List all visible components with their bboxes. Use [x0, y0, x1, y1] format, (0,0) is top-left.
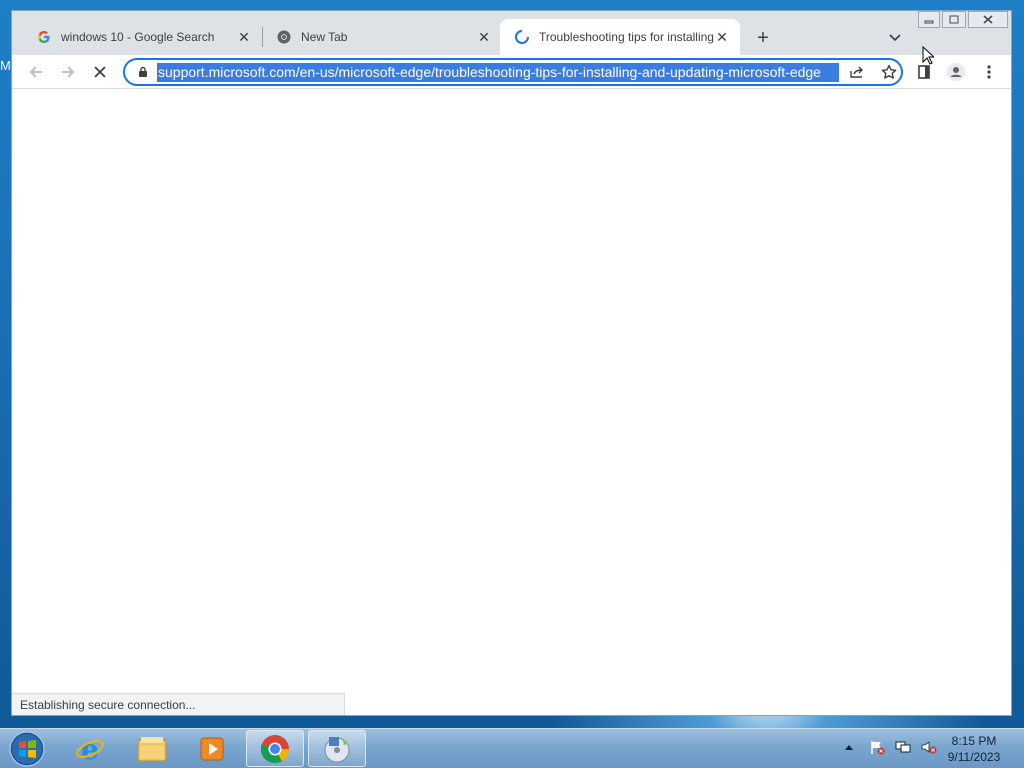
system-tray — [842, 739, 940, 755]
url-text[interactable]: support.microsoft.com/en-us/microsoft-ed… — [157, 62, 839, 82]
tab-search-chevron-icon[interactable] — [884, 27, 906, 49]
mouse-cursor-icon — [922, 45, 936, 69]
stop-loading-button[interactable] — [87, 59, 113, 85]
page-content: Establishing secure connection... — [12, 89, 1011, 715]
clock-date: 9/11/2023 — [947, 750, 1001, 764]
internet-explorer-icon[interactable]: e — [66, 730, 114, 767]
setup-disc-taskbar-button[interactable] — [308, 730, 366, 767]
restore-button[interactable] — [942, 11, 966, 28]
tab-strip: windows 10 - Google Search ✕ New Tab ✕ T… — [12, 11, 1011, 55]
action-center-flag-icon[interactable] — [866, 739, 888, 755]
chrome-window: windows 10 - Google Search ✕ New Tab ✕ T… — [11, 10, 1012, 716]
back-button[interactable] — [23, 59, 49, 85]
status-bubble: Establishing secure connection... — [12, 693, 345, 715]
taskbar: e 8:15 PM 9/11/2023 — [0, 728, 1024, 768]
chrome-icon — [276, 29, 292, 45]
tab-title: New Tab — [301, 30, 348, 44]
share-icon[interactable] — [846, 61, 868, 83]
minimize-button[interactable] — [918, 11, 940, 28]
tab-close-icon[interactable]: ✕ — [236, 29, 252, 45]
menu-kebab-icon[interactable] — [976, 59, 1002, 85]
tab-google-search[interactable]: windows 10 - Google Search ✕ — [22, 19, 262, 55]
clock-time: 8:15 PM — [951, 734, 997, 748]
taskbar-clock[interactable]: 8:15 PM 9/11/2023 — [940, 733, 1008, 765]
forward-button[interactable] — [55, 59, 81, 85]
tab-title: Troubleshooting tips for installing and … — [539, 30, 714, 44]
google-g-icon — [36, 29, 52, 45]
desktop-edge-text: M — [0, 58, 11, 73]
svg-text:e: e — [81, 734, 99, 764]
tab-close-icon[interactable]: ✕ — [476, 29, 492, 45]
network-icon[interactable] — [892, 739, 914, 755]
tab-troubleshooting[interactable]: Troubleshooting tips for installing and … — [500, 19, 740, 55]
address-bar[interactable]: support.microsoft.com/en-us/microsoft-ed… — [123, 58, 903, 86]
file-explorer-icon[interactable] — [128, 730, 176, 767]
new-tab-button[interactable]: + — [752, 27, 774, 49]
show-hidden-icons-icon[interactable] — [842, 744, 856, 750]
volume-muted-icon[interactable] — [918, 739, 940, 755]
chrome-taskbar-button[interactable] — [246, 730, 304, 767]
lock-icon[interactable] — [136, 65, 150, 79]
profile-avatar-icon[interactable] — [943, 59, 969, 85]
tab-new-tab[interactable]: New Tab ✕ — [262, 19, 502, 55]
browser-toolbar: support.microsoft.com/en-us/microsoft-ed… — [12, 55, 1011, 89]
tab-title: windows 10 - Google Search — [61, 30, 215, 44]
loading-spinner-icon — [514, 29, 530, 45]
close-window-button[interactable] — [968, 11, 1008, 28]
media-player-icon[interactable] — [188, 730, 236, 767]
tab-close-icon[interactable]: ✕ — [714, 29, 730, 45]
bookmark-star-icon[interactable] — [878, 61, 900, 83]
start-button[interactable] — [2, 730, 52, 767]
